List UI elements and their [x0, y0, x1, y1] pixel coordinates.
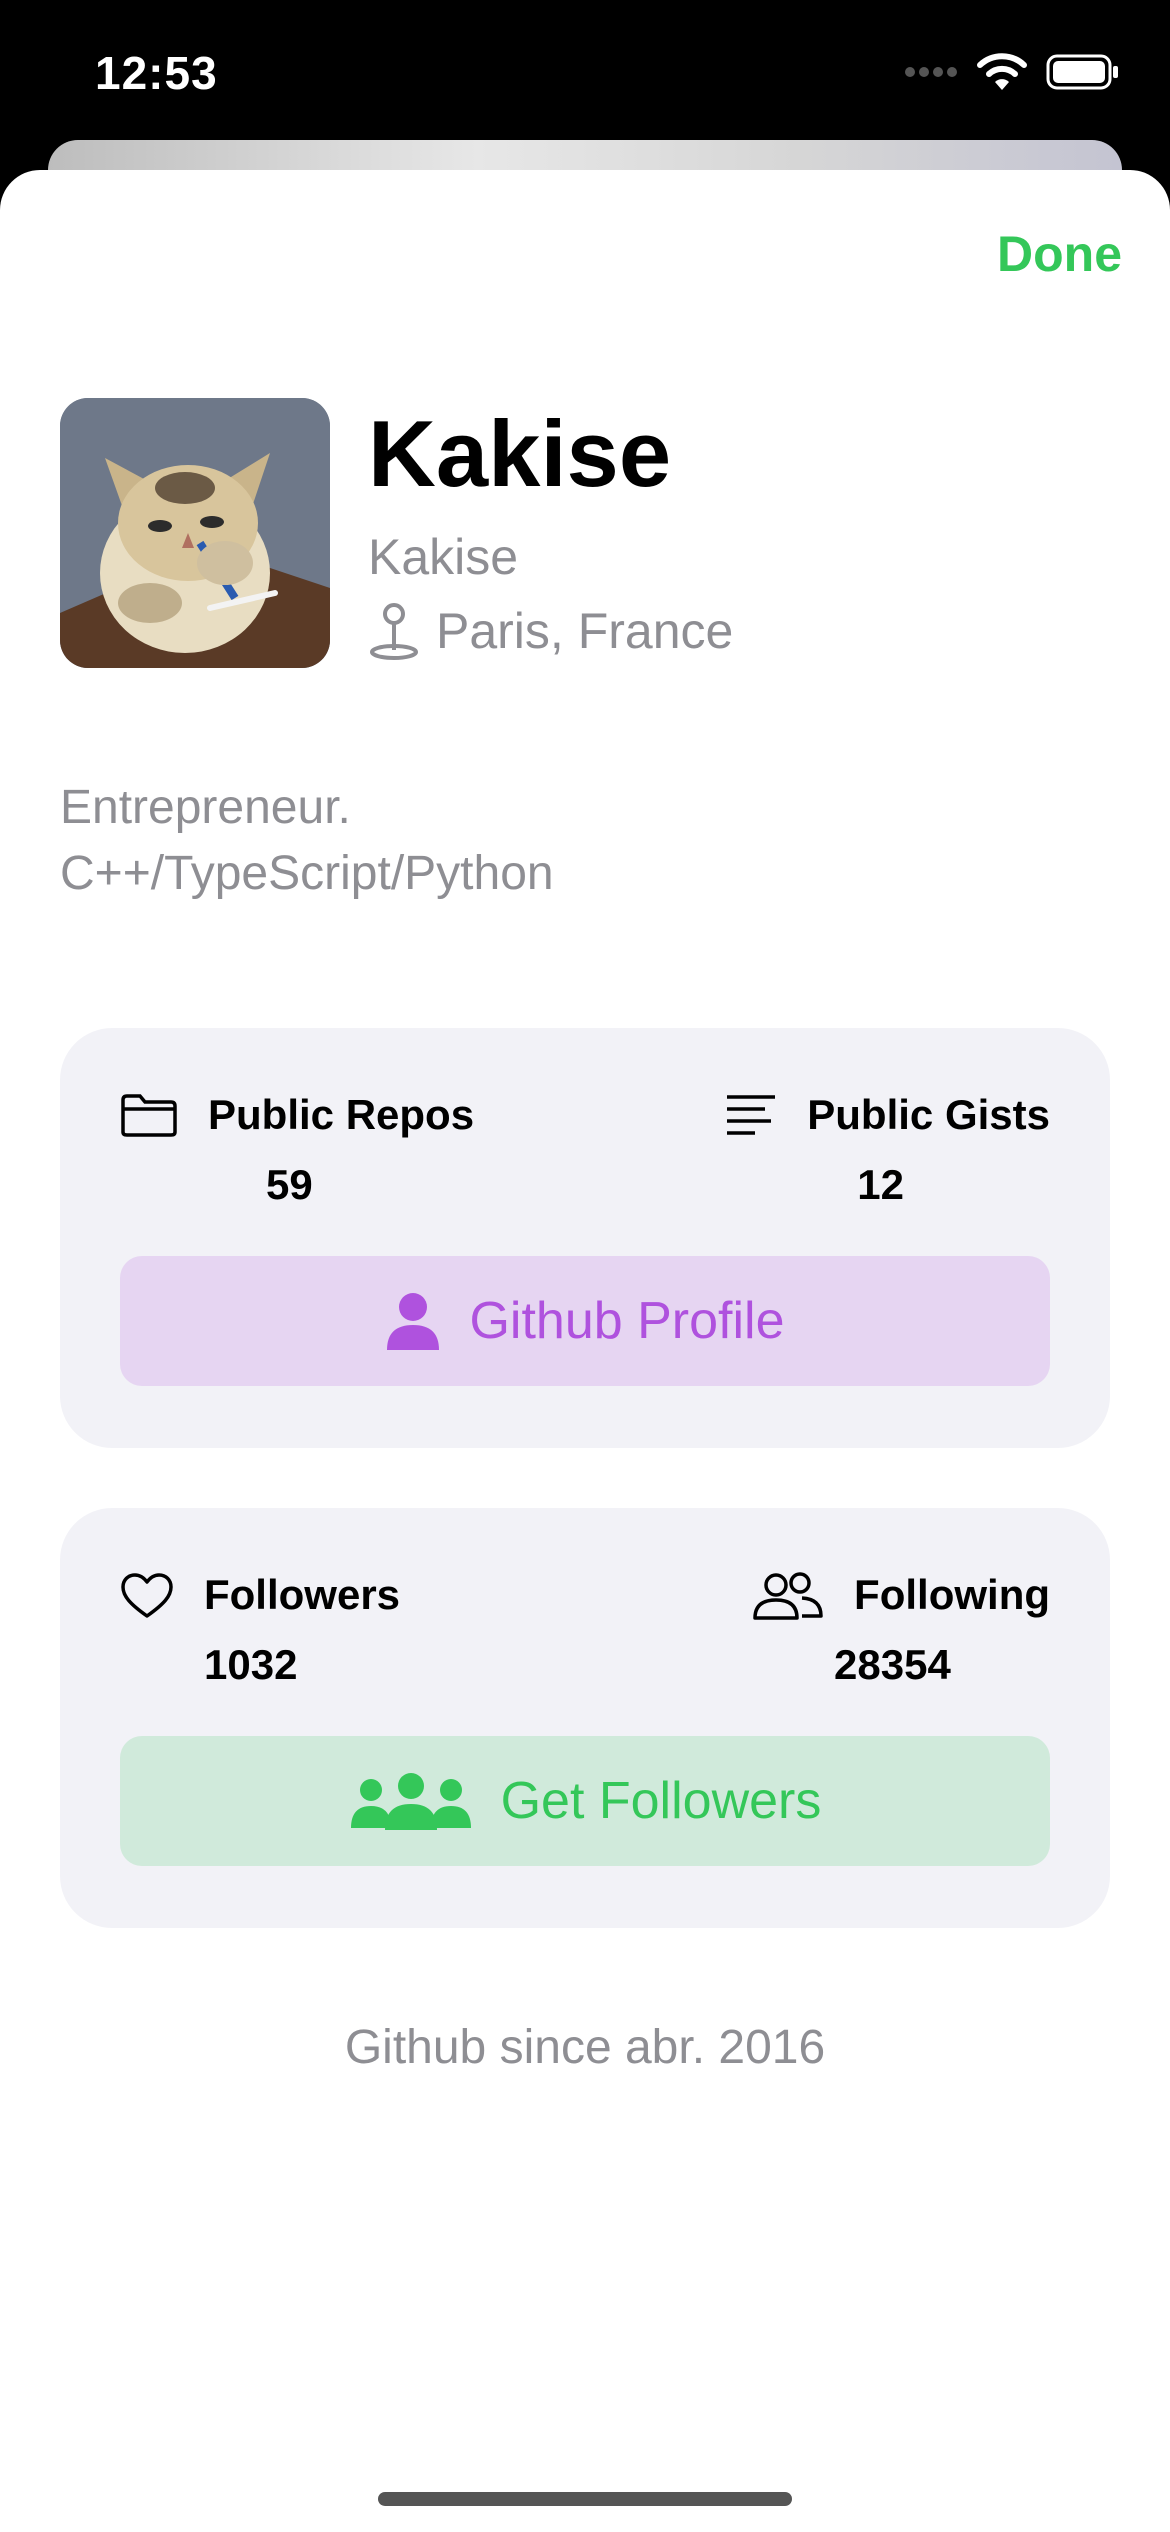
followers-stat: Followers 1032 [120, 1570, 400, 1690]
bio-line: C++/TypeScript/Python [60, 847, 554, 900]
repos-card: Public Repos 59 Public Gists 12 Github P… [60, 1028, 1110, 1448]
status-bar: 12:53 [0, 0, 1170, 150]
public-gists-label: Public Gists [807, 1091, 1050, 1138]
location-text: Paris, France [436, 603, 734, 659]
github-profile-label: Github Profile [469, 1292, 785, 1350]
avatar [60, 398, 330, 668]
profile-location: Paris, France [368, 602, 733, 660]
followers-value: 1032 [204, 1641, 298, 1688]
person-icon [387, 1293, 440, 1350]
bio-line: Entrepreneur. [60, 781, 351, 834]
public-gists-value: 12 [857, 1161, 904, 1208]
heart-icon [121, 1573, 173, 1618]
status-icons [904, 52, 1120, 92]
public-repos-stat: Public Repos 59 [120, 1090, 474, 1210]
group-icon [350, 1773, 471, 1830]
public-gists-stat: Public Gists 12 [725, 1090, 1050, 1210]
location-pin-icon [370, 603, 418, 660]
get-followers-button[interactable]: Get Followers [120, 1736, 1050, 1866]
profile-name: Kakise [368, 401, 672, 506]
two-persons-icon [753, 1572, 823, 1620]
folder-icon [121, 1094, 177, 1137]
signal-icon [905, 67, 957, 77]
following-value: 28354 [834, 1641, 951, 1688]
followers-card: Followers 1032 Following 28354 Get Follo… [60, 1508, 1110, 1928]
github-since-text: Github since abr. 2016 [344, 2021, 826, 2074]
profile-sheet: Done Kakise Kakise Paris, France Entrepr… [0, 170, 1170, 2532]
battery-icon [1046, 54, 1118, 90]
github-profile-button[interactable]: Github Profile [120, 1256, 1050, 1386]
public-repos-label: Public Repos [208, 1091, 475, 1138]
profile-bio: Entrepreneur. C++/TypeScript/Python [60, 775, 554, 907]
status-time: 12:53 [95, 47, 218, 99]
home-indicator[interactable] [378, 2492, 792, 2506]
wifi-icon [977, 53, 1027, 90]
following-label: Following [854, 1571, 1050, 1618]
text-lines-icon [727, 1095, 776, 1135]
following-stat: Following 28354 [752, 1570, 1050, 1690]
public-repos-value: 59 [266, 1161, 313, 1208]
profile-username: Kakise [368, 529, 519, 585]
done-button[interactable]: Done [997, 225, 1122, 283]
get-followers-label: Get Followers [500, 1772, 822, 1830]
followers-label: Followers [204, 1571, 401, 1618]
